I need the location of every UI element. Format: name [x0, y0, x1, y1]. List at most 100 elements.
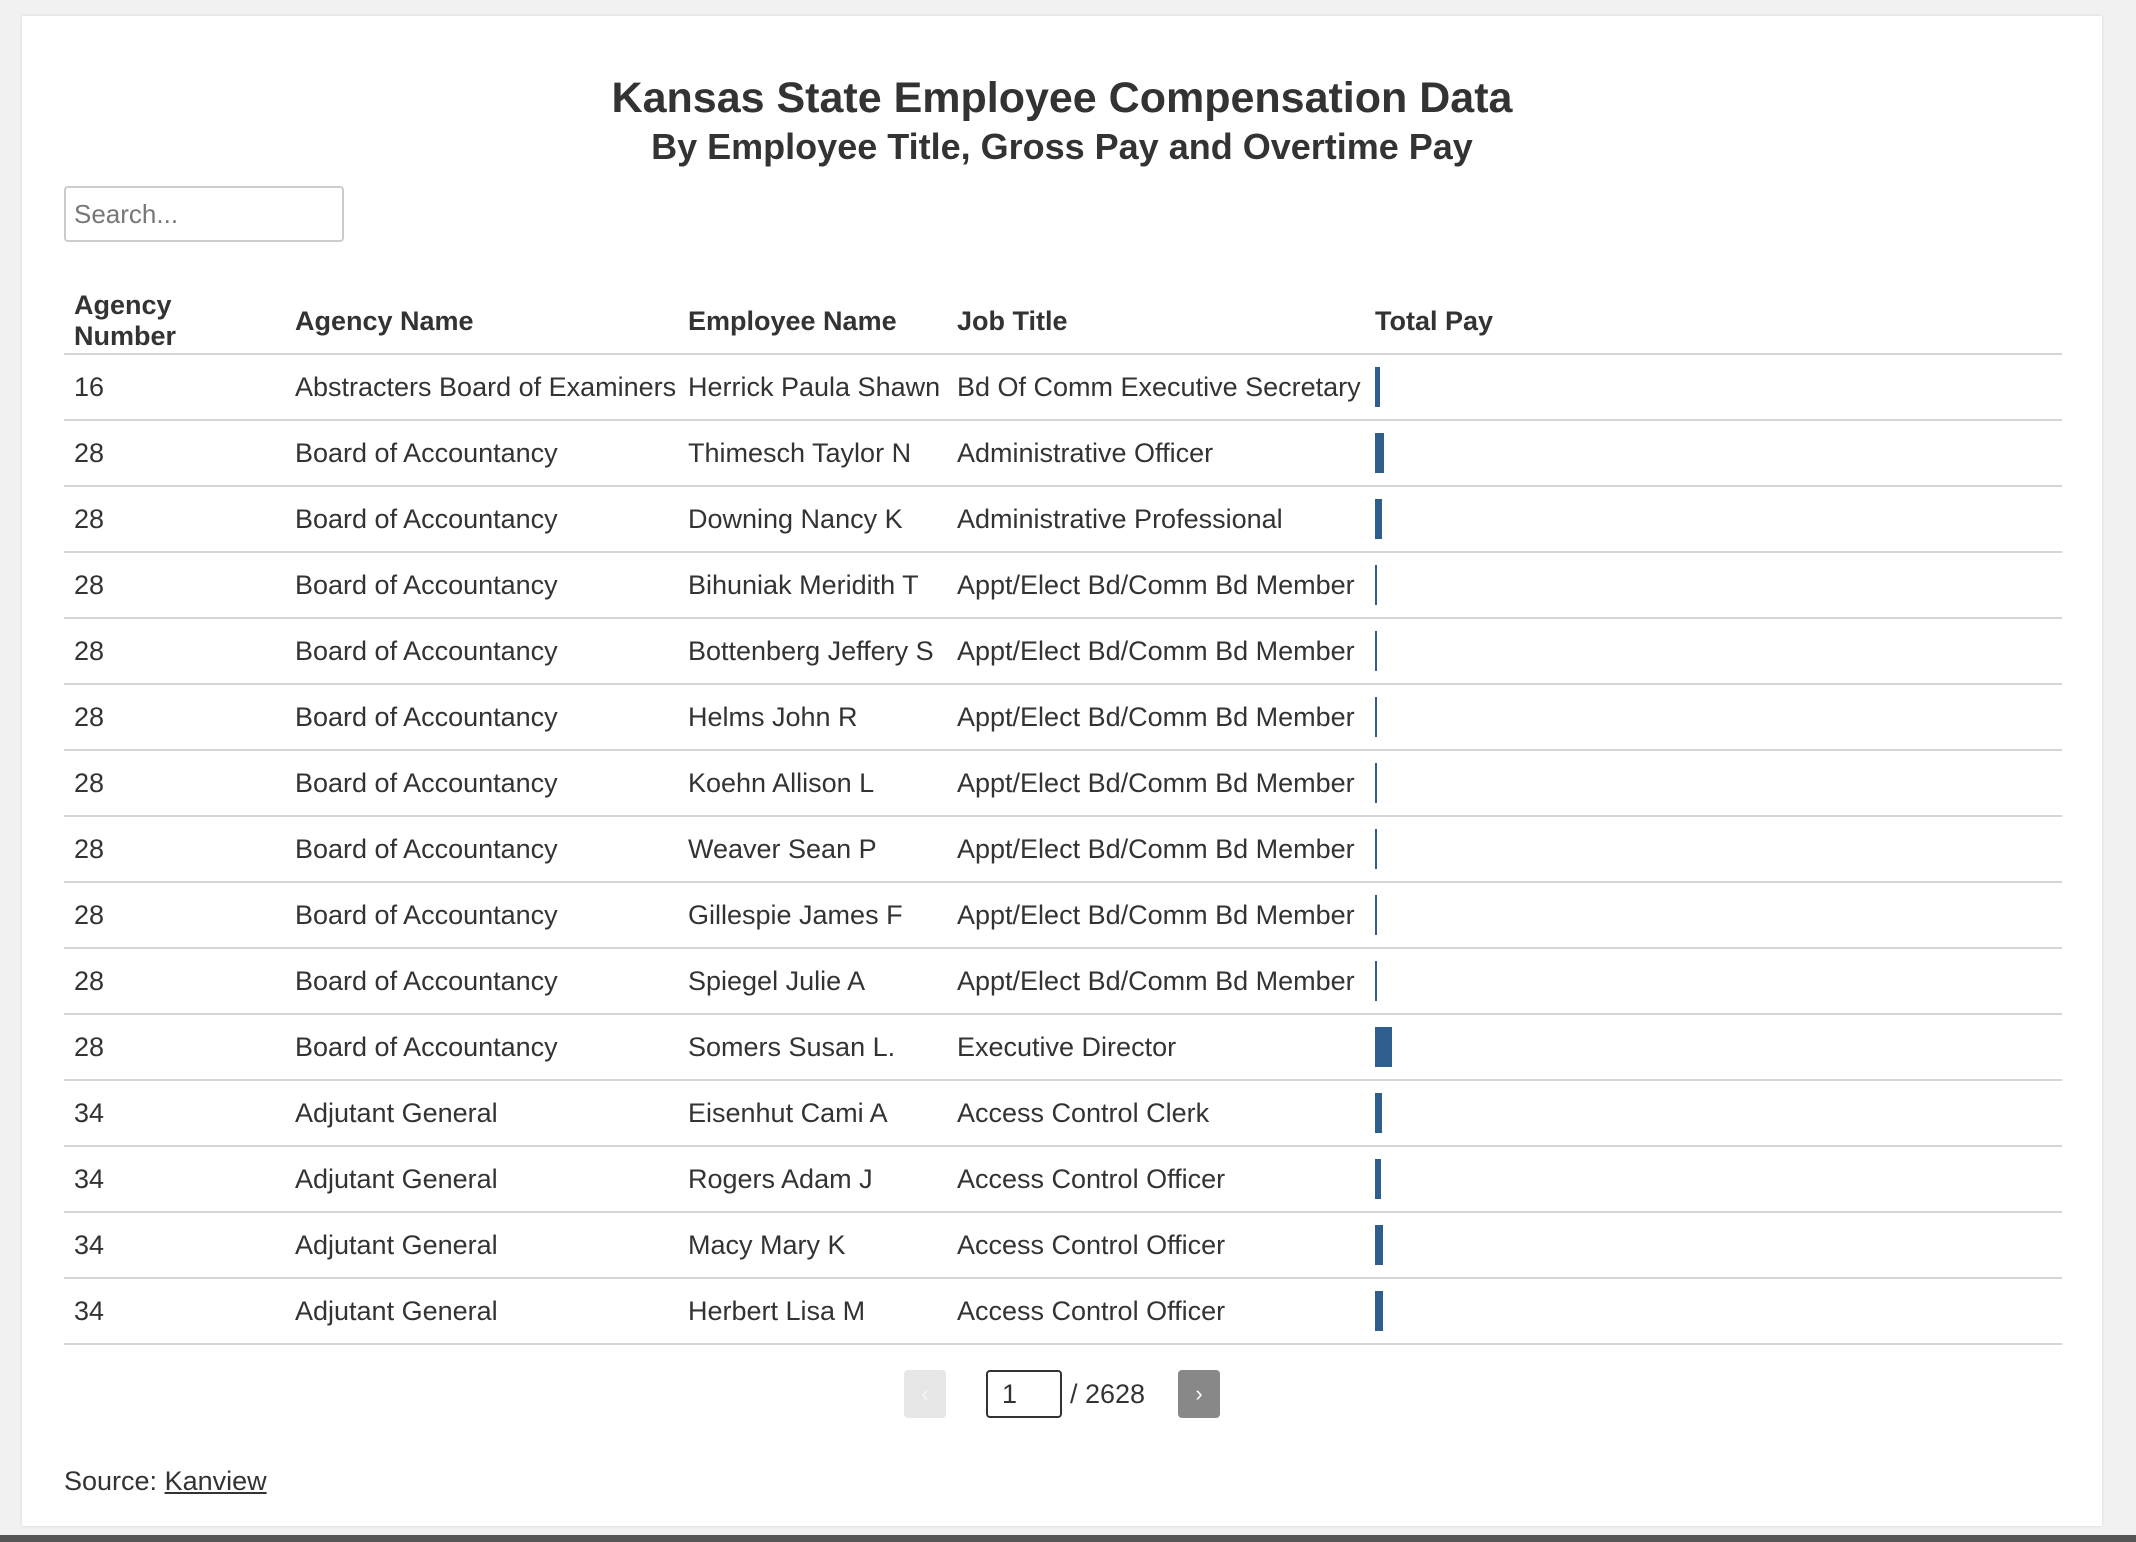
cell-agency-name: Board of Accountancy: [285, 1014, 678, 1081]
source-link[interactable]: Kanview: [165, 1466, 267, 1496]
table-row: 28 Board of Accountancy Thimesch Taylor NA…: [64, 420, 2062, 487]
cell-total-pay: [1365, 552, 2062, 619]
cell-job-title: Administrative Officer: [947, 420, 1365, 487]
total-pay-bar: [1375, 829, 1377, 869]
cell-agency-name: Board of Accountancy: [285, 816, 678, 883]
total-pay-bar: [1375, 631, 1377, 671]
table-row: 28 Board of Accountancy Helms John R Appt/E…: [64, 684, 2062, 751]
table-body: 16 Abstracters Board of Examiners Herrick …: [64, 354, 2062, 1345]
cell-agency-number: 28: [64, 816, 285, 883]
table-row: 28 Board of Accountancy Gillespie James FA…: [64, 882, 2062, 949]
column-header-agency-number[interactable]: Agency Number: [64, 289, 285, 355]
column-header-employee-name[interactable]: Employee Name: [678, 289, 947, 355]
table-row: 28 Board of Accountancy Bihuniak Meridith …: [64, 552, 2062, 619]
cell-agency-number: 28: [64, 552, 285, 619]
source-note: Source: Kanview: [64, 1466, 267, 1497]
table-row: 28 Board of Accountancy Bottenberg Jeffery…: [64, 618, 2062, 685]
cell-total-pay: [1365, 486, 2062, 553]
total-pay-bar: [1375, 1225, 1383, 1265]
table-row: 28 Board of Accountancy Downing Nancy K Adm…: [64, 486, 2062, 553]
cell-job-title: Appt/Elect Bd/Comm Bd Member: [947, 882, 1365, 949]
cell-agency-name: Board of Accountancy: [285, 618, 678, 685]
cell-total-pay: [1365, 684, 2062, 751]
cell-total-pay: [1365, 882, 2062, 949]
window-bottom-edge: [0, 1535, 2136, 1542]
column-header-job-title[interactable]: Job Title: [947, 289, 1365, 355]
cell-total-pay: [1365, 354, 2062, 421]
cell-job-title: Access Control Officer: [947, 1278, 1365, 1345]
cell-agency-name: Board of Accountancy: [285, 750, 678, 817]
total-pay-bar: [1375, 961, 1377, 1001]
column-header-total-pay[interactable]: Total Pay: [1365, 289, 2062, 355]
cell-agency-number: 28: [64, 750, 285, 817]
page-number-input[interactable]: [986, 1370, 1062, 1418]
cell-job-title: Administrative Professional: [947, 486, 1365, 553]
cell-agency-name: Board of Accountancy: [285, 420, 678, 487]
cell-agency-number: 28: [64, 1014, 285, 1081]
search-input[interactable]: [64, 186, 344, 242]
cell-employee-name: Koehn Allison L: [678, 750, 947, 817]
cell-agency-name: Board of Accountancy: [285, 552, 678, 619]
cell-total-pay: [1365, 1080, 2062, 1147]
table-row: 28 Board of Accountancy Somers Susan L. Exe…: [64, 1014, 2062, 1081]
cell-job-title: Appt/Elect Bd/Comm Bd Member: [947, 618, 1365, 685]
cell-employee-name: Bottenberg Jeffery S: [678, 618, 947, 685]
table-row: 28 Board of Accountancy Koehn Allison L App…: [64, 750, 2062, 817]
page-total: / 2628: [1070, 1379, 1146, 1409]
cell-job-title: Appt/Elect Bd/Comm Bd Member: [947, 816, 1365, 883]
total-pay-bar: [1375, 1027, 1392, 1067]
cell-agency-number: 28: [64, 486, 285, 553]
cell-job-title: Appt/Elect Bd/Comm Bd Member: [947, 552, 1365, 619]
total-pay-bar: [1375, 433, 1384, 473]
cell-agency-number: 28: [64, 684, 285, 751]
total-pay-bar: [1375, 1093, 1382, 1133]
column-header-agency-name[interactable]: Agency Name: [285, 289, 678, 355]
cell-employee-name: Herrick Paula Shawn: [678, 354, 947, 421]
cell-employee-name: Somers Susan L.: [678, 1014, 947, 1081]
cell-employee-name: Bihuniak Meridith T: [678, 552, 947, 619]
next-page-button[interactable]: ›: [1178, 1370, 1220, 1418]
pagination: ‹ / 2628 ›: [22, 1370, 2102, 1418]
cell-agency-name: Abstracters Board of Examiners: [285, 354, 678, 421]
cell-agency-number: 34: [64, 1146, 285, 1213]
cell-total-pay: [1365, 750, 2062, 817]
cell-employee-name: Weaver Sean P: [678, 816, 947, 883]
total-pay-bar: [1375, 763, 1377, 803]
cell-job-title: Access Control Officer: [947, 1212, 1365, 1279]
total-pay-bar: [1375, 1291, 1383, 1331]
table-row: 28 Board of Accountancy Weaver Sean P Appt/…: [64, 816, 2062, 883]
cell-agency-number: 34: [64, 1212, 285, 1279]
cell-agency-number: 28: [64, 420, 285, 487]
table-row: 34 Adjutant General Eisenhut Cami A Access …: [64, 1080, 2062, 1147]
cell-employee-name: Gillespie James F: [678, 882, 947, 949]
prev-page-button[interactable]: ‹: [904, 1370, 946, 1418]
cell-job-title: Appt/Elect Bd/Comm Bd Member: [947, 948, 1365, 1015]
cell-job-title: Executive Director: [947, 1014, 1365, 1081]
total-pay-bar: [1375, 367, 1380, 407]
cell-employee-name: Eisenhut Cami A: [678, 1080, 947, 1147]
table-header-row: Agency Number Agency Name Employee Name …: [64, 289, 2062, 355]
page-subtitle: By Employee Title, Gross Pay and Overtim…: [651, 126, 1473, 167]
page-title: Kansas State Employee Compensation Data: [611, 74, 1513, 122]
cell-agency-name: Adjutant General: [285, 1212, 678, 1279]
cell-agency-name: Board of Accountancy: [285, 882, 678, 949]
cell-employee-name: Macy Mary K: [678, 1212, 947, 1279]
cell-agency-name: Board of Accountancy: [285, 684, 678, 751]
cell-job-title: Access Control Clerk: [947, 1080, 1365, 1147]
table-row: 16 Abstracters Board of Examiners Herrick …: [64, 354, 2062, 421]
cell-total-pay: [1365, 1146, 2062, 1213]
cell-employee-name: Helms John R: [678, 684, 947, 751]
cell-agency-name: Board of Accountancy: [285, 948, 678, 1015]
table-row: 28 Board of Accountancy Spiegel Julie A App…: [64, 948, 2062, 1015]
cell-employee-name: Downing Nancy K: [678, 486, 947, 553]
cell-agency-name: Adjutant General: [285, 1146, 678, 1213]
total-pay-bar: [1375, 1159, 1381, 1199]
total-pay-bar: [1375, 697, 1377, 737]
cell-job-title: Bd Of Comm Executive Secretary: [947, 354, 1365, 421]
cell-agency-number: 28: [64, 618, 285, 685]
cell-job-title: Appt/Elect Bd/Comm Bd Member: [947, 684, 1365, 751]
cell-job-title: Appt/Elect Bd/Comm Bd Member: [947, 750, 1365, 817]
total-pay-bar: [1375, 895, 1377, 935]
cell-agency-number: 34: [64, 1278, 285, 1345]
cell-total-pay: [1365, 948, 2062, 1015]
